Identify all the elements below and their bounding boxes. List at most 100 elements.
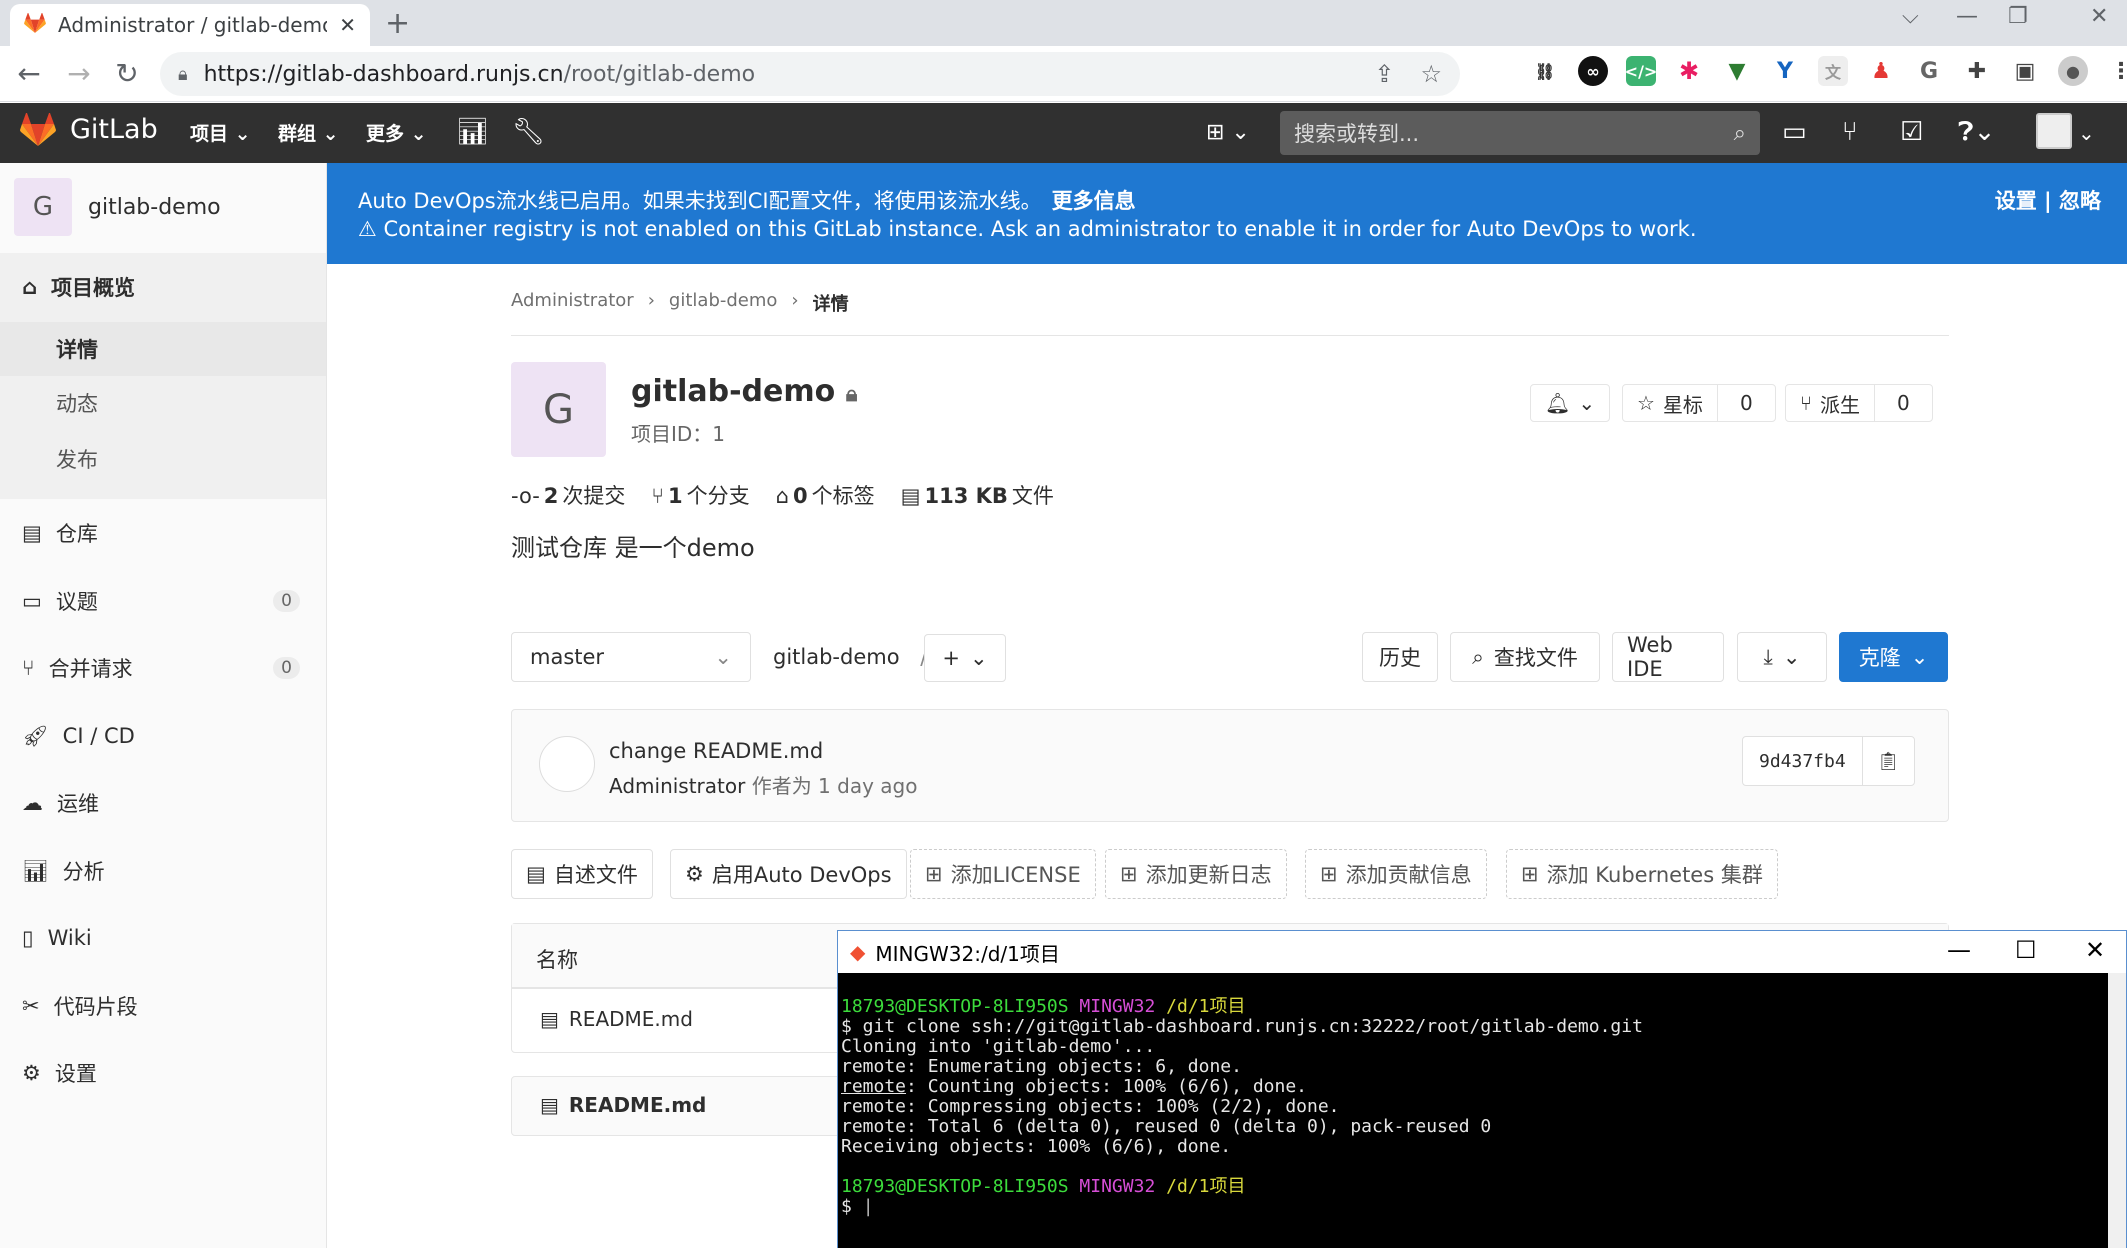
analytics-chart-icon[interactable]: 📊︎ (456, 117, 489, 147)
extension-vue-icon[interactable]: ▼ (1722, 56, 1752, 86)
sidebar-subitem-activity[interactable]: 动态 (0, 376, 326, 430)
back-arrow-icon[interactable]: ← (12, 57, 46, 91)
tab-search-chevron-icon[interactable]: ⌵ (1902, 4, 1919, 29)
branch-icon: ⑂ (651, 484, 665, 508)
sidebar-item-wiki[interactable]: ▯ Wiki (0, 910, 326, 966)
global-search-input[interactable]: 搜索或转到... ⌕ (1280, 111, 1760, 155)
copy-clipboard-icon[interactable]: 📋︎ (1861, 737, 1914, 785)
add-to-tree-dropdown[interactable]: + ⌄ (924, 634, 1006, 682)
extension-translate-icon[interactable]: 文 (1818, 56, 1848, 86)
sidebar-item-snippets[interactable]: ✂ 代码片段 (0, 978, 326, 1034)
chevron-down-icon: ⌄ (1578, 391, 1596, 415)
commit-icon: -o- (511, 484, 540, 508)
commit-sha-button[interactable]: 9d437fb4 (1743, 737, 1862, 785)
nav-menu-more[interactable]: 更多 ⌄ (366, 119, 427, 146)
terminal-titlebar[interactable]: ◆ MINGW32:/d/1项目 (838, 931, 2126, 973)
extension-figure-icon[interactable]: ♟ (1866, 56, 1896, 86)
close-window-icon[interactable]: ✕ (2090, 4, 2108, 29)
download-dropdown[interactable]: ⤓ ⌄ (1737, 632, 1827, 682)
terminal-screen[interactable]: 18793@DESKTOP-8LI950S MINGW32 /d/1项目 $ g… (838, 973, 2108, 1248)
restore-icon[interactable]: ❐ (2008, 4, 2028, 29)
add-changelog-button[interactable]: ⊞ 添加更新日志 (1105, 849, 1287, 899)
web-ide-button[interactable]: Web IDE (1612, 632, 1724, 682)
forward-arrow-icon[interactable]: → (62, 57, 96, 91)
help-icon[interactable]: ❓︎⌄ (1958, 117, 1995, 148)
extension-v-icon[interactable]: Y (1770, 56, 1800, 86)
sidebar-item-settings[interactable]: ⚙ 设置 (0, 1045, 326, 1101)
todos-icon[interactable]: ☑ (1900, 117, 1923, 147)
add-contribution-button[interactable]: ⊞ 添加贡献信息 (1305, 849, 1487, 899)
extensions-puzzle-icon[interactable]: ✚ (1962, 56, 1992, 86)
stat-commits[interactable]: -o- 2 次提交 (511, 480, 625, 510)
terminal-close-icon[interactable]: ✕ (2085, 936, 2105, 964)
add-kubernetes-button[interactable]: ⊞ 添加 Kubernetes 集群 (1506, 849, 1778, 899)
clone-dropdown[interactable]: 克隆 ⌄ (1839, 632, 1948, 682)
new-tab-button[interactable]: + (385, 6, 410, 41)
branch-select[interactable]: master ⌄ (511, 632, 751, 682)
prompt-user: 18793@DESKTOP-8LI950S (841, 1176, 1069, 1197)
notification-dropdown[interactable]: 🔔︎ ⌄ (1530, 384, 1611, 422)
sidebar-item-issues[interactable]: ▭ 议题 0 (0, 573, 326, 629)
issues-icon: ▭ (22, 589, 42, 613)
terminal-prompt: $ (841, 1196, 863, 1217)
merge-requests-icon[interactable]: ⑂ (1842, 117, 1858, 147)
user-menu-chevron-icon[interactable]: ⌄ (2078, 121, 2095, 145)
profile-avatar-icon[interactable]: ● (2058, 56, 2088, 86)
extension-code-icon[interactable]: </> (1625, 56, 1657, 86)
banner-settings-dismiss[interactable]: 设置 | 忽略 (1995, 185, 2101, 215)
commit-author-avatar[interactable] (539, 736, 595, 792)
sidebar-item-operations[interactable]: ☁ 运维 (0, 775, 326, 831)
sidebar-subitem-releases[interactable]: 发布 (0, 432, 326, 486)
stat-branches[interactable]: ⑂ 1 个分支 (651, 480, 749, 510)
stat-tags[interactable]: ⌂ 0 个标签 (776, 480, 875, 510)
minimize-icon[interactable]: — (1956, 4, 1978, 29)
side-panel-icon[interactable]: ▣ (2010, 56, 2040, 86)
fork-button[interactable]: ⑂ 派生 0 (1785, 384, 1933, 422)
sidebar-project-header[interactable]: G gitlab-demo (14, 178, 221, 236)
breadcrumb-project[interactable]: gitlab-demo (669, 290, 777, 316)
reload-icon[interactable]: ↻ (110, 57, 144, 91)
sidebar-item-ci-cd[interactable]: 🚀︎ CI / CD (0, 708, 326, 764)
breadcrumb-admin[interactable]: Administrator (511, 290, 634, 316)
browser-tab[interactable]: Administrator / gitlab-demo · GitLab ✕ (10, 4, 370, 46)
sidebar-item-merge-requests[interactable]: ⑂ 合并请求 0 (0, 640, 326, 696)
nav-menu-projects[interactable]: 项目 ⌄ (190, 119, 251, 146)
sidebar-item-repository[interactable]: ▤ 仓库 (0, 505, 326, 561)
close-tab-icon[interactable]: ✕ (339, 13, 356, 37)
issues-icon[interactable]: ▭ (1782, 117, 1807, 147)
terminal-output: Receiving objects: 100% (6/6), done. (841, 1136, 1232, 1157)
find-file-button[interactable]: ⌕ 查找文件 (1450, 632, 1600, 682)
terminal-minimize-icon[interactable]: — (1947, 936, 1971, 964)
readme-button[interactable]: ▤ 自述文件 (511, 849, 653, 899)
gitlab-logo[interactable]: GitLab (20, 113, 158, 146)
sidebar-subitem-details[interactable]: 详情 (0, 322, 326, 376)
user-avatar[interactable] (2036, 113, 2072, 149)
repo-path-root[interactable]: gitlab-demo (773, 645, 900, 669)
extension-star-icon[interactable]: ✱ (1674, 56, 1704, 86)
enable-auto-devops-button[interactable]: ⚙ 启用Auto DevOps (670, 849, 907, 899)
add-license-button[interactable]: ⊞ 添加LICENSE (910, 849, 1096, 899)
url-text: https://gitlab-dashboard.runjs.cn/root/g… (203, 61, 756, 87)
history-button[interactable]: 历史 (1362, 632, 1438, 682)
banner-more-info-link[interactable]: 更多信息 (1052, 189, 1136, 213)
table-row[interactable]: ▤ README.md (540, 1007, 693, 1031)
sidebar-item-analytics[interactable]: 📊︎ 分析 (0, 843, 326, 899)
sidebar-item-overview[interactable]: ⌂ 项目概览 (0, 259, 326, 315)
admin-wrench-icon[interactable]: 🔧︎ (512, 117, 545, 147)
star-button[interactable]: ☆ 星标 0 (1622, 384, 1776, 422)
extension-g-icon[interactable]: G (1914, 56, 1944, 86)
bookmark-star-icon[interactable]: ☆ (1420, 60, 1442, 88)
new-item-plus-icon[interactable]: ⊞ ⌄ (1206, 120, 1250, 145)
terminal-scrollbar[interactable] (2108, 973, 2126, 1248)
share-icon[interactable]: ⇪ (1374, 60, 1394, 88)
nav-menu-groups[interactable]: 群组 ⌄ (278, 119, 339, 146)
banner-message: Auto DevOps流水线已启用。如果未找到CI配置文件，将使用该流水线。 (358, 189, 1042, 213)
commit-author-link[interactable]: Administrator (609, 774, 745, 798)
stat-files[interactable]: ▤ 113 KB 文件 (901, 480, 1054, 510)
extension-infinity-icon[interactable]: ∞ (1578, 56, 1608, 86)
browser-menu-icon[interactable]: ⋮ (2106, 56, 2127, 86)
commit-message-link[interactable]: change README.md (609, 739, 823, 763)
extension-link-icon[interactable]: ⛓ (1530, 56, 1560, 86)
terminal-maximize-icon[interactable]: ☐ (2015, 936, 2037, 964)
address-bar[interactable]: 🔒︎ https://gitlab-dashboard.runjs.cn/roo… (160, 52, 1460, 96)
